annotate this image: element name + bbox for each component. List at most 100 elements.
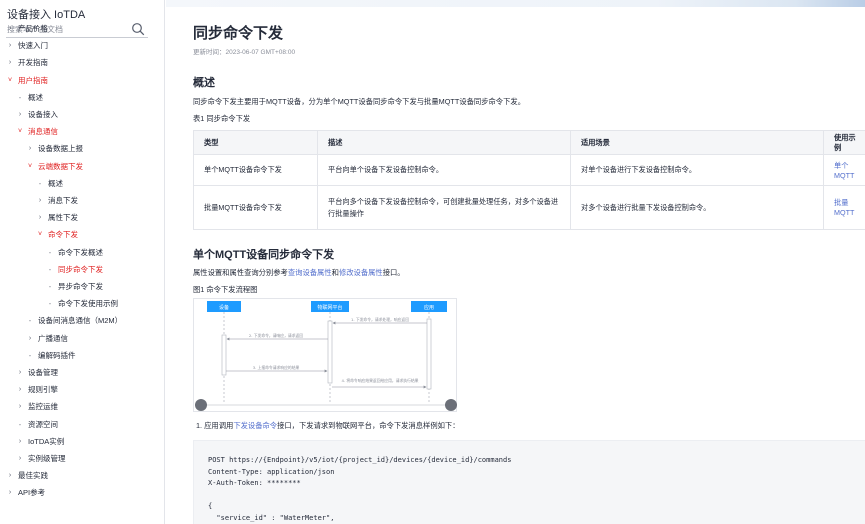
table-header: 类型	[193, 130, 318, 155]
actor-label: 应用	[424, 304, 434, 311]
sidebar-item-label: 属性下发	[48, 213, 78, 223]
overview-heading: 概述	[193, 77, 215, 89]
sidebar-item[interactable]: › 最佳实践	[6, 469, 48, 483]
chevron-right-icon: ›	[8, 489, 12, 497]
endpoint-circle	[195, 399, 207, 411]
activation-bar	[327, 320, 333, 384]
sidebar-item[interactable]: - 资源空间	[16, 418, 58, 432]
sidebar-item[interactable]: - 同步命令下发	[46, 263, 103, 277]
dash-icon: -	[48, 247, 52, 257]
sidebar-item-label: 命令下发使用示例	[58, 299, 118, 309]
send-command-link[interactable]: 下发设备命令	[233, 421, 277, 430]
dash-icon: -	[48, 299, 52, 309]
modify-property-link[interactable]: 修改设备属性	[339, 268, 383, 277]
chevron-right-icon: ›	[18, 111, 22, 118]
sidebar-item[interactable]: ˅ 命令下发	[36, 228, 78, 242]
chevron-right-icon: ›	[28, 334, 32, 342]
sidebar-item-label: 编解码插件	[38, 350, 76, 360]
sidebar-item[interactable]: › 监控运维	[16, 400, 58, 414]
single-text: 属性设置和属性查询分别参考查询设备属性和修改设备属性接口。	[193, 268, 405, 278]
actor-label: 物联网平台	[317, 304, 342, 311]
chevron-right-icon: ›	[28, 145, 32, 153]
sidebar-item-label: API参考	[18, 488, 46, 498]
table-cell: 对多个设备进行批量下发设备控制命令。	[570, 185, 824, 230]
sidebar-item[interactable]: - 概述	[36, 177, 63, 191]
sidebar-item[interactable]: › 属性下发	[36, 211, 78, 225]
endpoint-circle	[445, 399, 457, 411]
sidebar-item[interactable]: › 快速入门	[6, 39, 48, 53]
sidebar-item[interactable]: - 概述	[16, 91, 43, 105]
sidebar-item-label: 消息下发	[48, 196, 78, 205]
sidebar-item[interactable]: - 编解码插件	[26, 349, 76, 363]
sidebar-title: 设备接入 IoTDA	[7, 9, 86, 21]
sidebar-item[interactable]: ˅ 消息通信	[16, 125, 58, 139]
dash-icon: -	[28, 350, 32, 360]
command-table: 类型 描述 适用场景 使用示例 单个MQTT设备命令下发 平台向单个设备下发设备…	[193, 130, 865, 230]
sidebar-item[interactable]: - 命令下发使用示例	[46, 297, 118, 311]
query-property-link[interactable]: 查询设备属性	[288, 268, 332, 277]
message-label: 2. 下发命令，请响应，请求返回	[249, 333, 303, 338]
dash-icon: -	[18, 92, 22, 102]
actor-label: 设备	[219, 304, 229, 311]
sidebar-item[interactable]: › 设备管理	[16, 366, 58, 380]
sidebar-item-label: 命令下发	[48, 230, 78, 240]
sidebar-item-label: 云端数据下发	[38, 161, 83, 171]
activation-bar	[426, 318, 432, 390]
dash-icon: -	[48, 264, 52, 274]
table-row: 单个MQTT设备命令下发 平台向单个设备下发设备控制命令。 对单个设备进行下发设…	[193, 154, 865, 186]
message-label: 4. 将命令响应结果返回给应用，请求执行结果	[342, 378, 419, 383]
sidebar: 设备接入 IoTDA 搜索本产品文档 › 产品价格 › 快速入门 › 开发指南 ˅ 用户指南 -…	[0, 0, 165, 524]
table-cell-link[interactable]: 单个MQTT	[823, 154, 865, 186]
chevron-right-icon: ›	[38, 214, 42, 222]
main-content: 同步命令下发 更新时间：2023-06-07 GMT+08:00 概述 同步命令…	[166, 0, 865, 524]
sidebar-item-label: 实例级管理	[28, 454, 66, 463]
sidebar-item-label: 广播通信	[38, 333, 68, 343]
page-title: 同步命令下发	[193, 25, 284, 42]
sidebar-item-label: 设备接入	[28, 110, 58, 119]
dash-icon: -	[28, 316, 32, 326]
sidebar-item-label: 设备管理	[28, 368, 58, 377]
sidebar-item[interactable]: › 规则引擎	[16, 383, 58, 397]
dash-icon: -	[18, 419, 22, 429]
sidebar-item[interactable]: ˅ 云端数据下发	[26, 160, 83, 174]
sidebar-item[interactable]: - 异步命令下发	[46, 280, 103, 294]
table-cell-link[interactable]: 批量MQTT	[823, 185, 865, 230]
overview-text: 同步命令下发主要用于MQTT设备，分为单个MQTT设备同步命令下发与批量MQTT…	[193, 97, 525, 106]
sidebar-item-label: 设备间消息通信（M2M）	[38, 316, 123, 326]
sidebar-item[interactable]: › API参考	[6, 486, 45, 500]
chevron-right-icon: ›	[18, 437, 22, 445]
step-1-prefix: 1. 应用调用	[196, 421, 234, 430]
sidebar-item[interactable]: › 产品价格	[6, 22, 48, 36]
chevron-right-icon: ›	[8, 59, 12, 67]
table-header: 适用场景	[570, 130, 824, 155]
sidebar-item-label: 规则引擎	[28, 385, 58, 395]
table-header: 描述	[317, 130, 571, 155]
table-cell: 平台向单个设备下发设备控制命令。	[317, 154, 571, 186]
chevron-down-icon: ˅	[37, 231, 43, 239]
table-cell: 平台向多个设备下发设备控制命令，可创建批量处理任务，对多个设备进行批量操作	[317, 185, 571, 230]
sidebar-item[interactable]: ˅ 用户指南	[6, 74, 48, 88]
sidebar-item-label: 设备数据上报	[38, 144, 83, 154]
top-banner	[166, 0, 865, 7]
dash-icon: -	[38, 178, 42, 188]
chevron-right-icon: ›	[38, 197, 42, 204]
step-1-text: 1. 应用调用下发设备命令接口，下发请求到物联网平台，命令下发消息样例如下：	[196, 421, 460, 431]
sidebar-item[interactable]: › 消息下发	[36, 194, 78, 208]
chevron-right-icon: ›	[8, 472, 12, 480]
message-label: 1. 下发命令，请求处理，响应返回	[351, 317, 409, 322]
search-icon[interactable]	[131, 22, 145, 36]
sidebar-item[interactable]: - 命令下发概述	[46, 246, 103, 260]
sidebar-item[interactable]: - 设备间消息通信（M2M）	[26, 314, 123, 328]
sidebar-item[interactable]: › 开发指南	[6, 56, 48, 70]
sidebar-item[interactable]: › 设备数据上报	[26, 142, 83, 156]
sidebar-item-label: IoTDA实例	[28, 436, 65, 446]
sidebar-item[interactable]: › 设备接入	[16, 108, 58, 122]
table-row: 批量MQTT设备命令下发 平台向多个设备下发设备控制命令，可创建批量处理任务，对…	[193, 185, 865, 230]
sidebar-item[interactable]: › 实例级管理	[16, 452, 66, 466]
sidebar-item[interactable]: › IoTDA实例	[16, 435, 64, 449]
sidebar-item-label: 异步命令下发	[58, 282, 103, 291]
single-text-c: 接口。	[382, 268, 405, 277]
sidebar-item[interactable]: › 广播通信	[26, 332, 68, 346]
sidebar-item-label: 概述	[28, 92, 43, 102]
chevron-right-icon: ›	[18, 403, 22, 411]
